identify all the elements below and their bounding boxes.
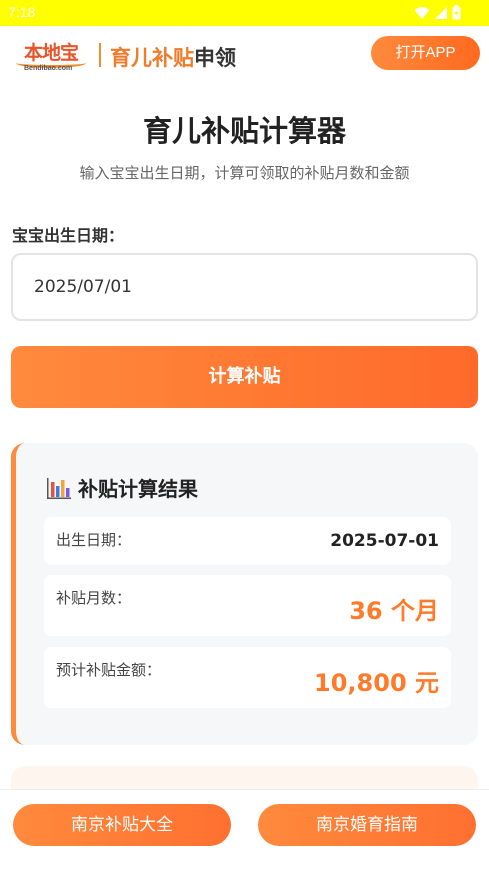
result-row-birth-date: 出生日期： 2025-07-01 [44, 517, 451, 565]
result-row-label: 预计补贴金额： [56, 661, 162, 679]
result-row-value: 2025-07-01 [330, 531, 439, 551]
result-row-value: 36 个月 [349, 597, 439, 625]
result-row-amount: 预计补贴金额： 10,800 元 [44, 647, 451, 708]
header-divider [99, 43, 101, 67]
result-row-months: 补贴月数： 36 个月 [44, 575, 451, 636]
result-card: 补贴计算结果 出生日期： 2025-07-01 补贴月数： 36 个月 预计补贴… [11, 443, 478, 745]
bendibao-logo[interactable]: 本地宝 Bendibao.com [16, 38, 88, 74]
page-subtitle: 输入宝宝出生日期，计算可领取的补贴月数和金额 [79, 164, 410, 182]
nanjing-subsidy-button[interactable]: 南京补贴大全 [13, 804, 231, 846]
status-icons [414, 5, 461, 20]
nanjing-marriage-guide-button[interactable]: 南京婚育指南 [258, 804, 476, 846]
bottom-nav: 南京补贴大全 南京婚育指南 [0, 789, 489, 869]
bar-chart-icon [47, 477, 71, 499]
status-time: 7:18 [8, 4, 36, 20]
birth-date-input[interactable]: 2025/07/01 [11, 253, 478, 321]
battery-icon [452, 5, 461, 20]
status-bar: 7:18 [0, 0, 489, 26]
result-row-label: 补贴月数： [56, 589, 132, 607]
app-header: 本地宝 Bendibao.com 育儿补贴申领 打开APP [0, 26, 489, 86]
header-title: 育儿补贴申领 [110, 42, 236, 72]
result-row-value: 10,800 元 [314, 669, 439, 697]
result-title: 补贴计算结果 [46, 473, 198, 502]
header-title-accent: 育儿补贴 [110, 46, 194, 70]
result-title-text: 补贴计算结果 [78, 477, 198, 501]
signal-icon [435, 6, 447, 19]
calculate-button[interactable]: 计算补贴 [11, 346, 478, 408]
wifi-icon [414, 6, 430, 19]
birth-date-label: 宝宝出生日期： [12, 226, 125, 245]
result-row-label: 出生日期： [56, 531, 132, 549]
header-title-rest: 申领 [194, 46, 236, 70]
open-app-button[interactable]: 打开APP [371, 36, 480, 70]
logo-domain: Bendibao.com [24, 65, 73, 72]
page-title: 育儿补贴计算器 [142, 114, 346, 148]
